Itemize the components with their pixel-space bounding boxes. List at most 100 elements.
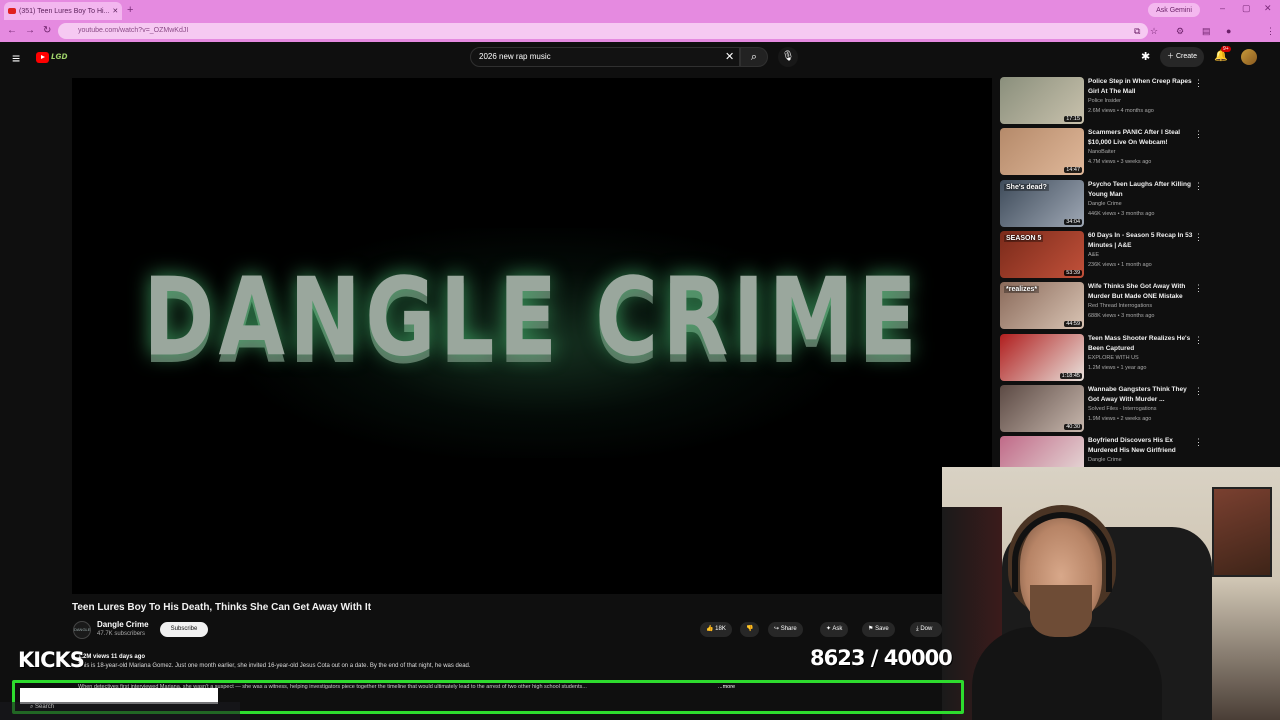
like-count: 18K (715, 626, 726, 632)
recommendation-thumbnail[interactable] (1000, 436, 1084, 467)
recommendation-channel[interactable]: EXPLORE WITH US (1088, 355, 1139, 361)
duration-badge: 44:59 (1064, 321, 1082, 327)
recommendation-meta: 2.6M views • 4 months ago (1088, 108, 1154, 114)
recommendation-channel[interactable]: A&E (1088, 252, 1099, 258)
thumbnail-caption: SEASON 5 (1004, 235, 1044, 242)
extensions-icon[interactable]: ⚙ (1176, 26, 1184, 37)
more-options-icon[interactable]: ⋮ (1194, 78, 1203, 89)
address-bar[interactable]: youtube.com/watch?v=_OZMwKdJI (58, 23, 1148, 39)
recommendation-channel[interactable]: Dangle Crime (1088, 457, 1122, 463)
more-options-icon[interactable]: ⋮ (1194, 181, 1203, 192)
reload-icon[interactable]: ↻ (43, 25, 51, 36)
recommendation-meta: 688K views • 3 months ago (1088, 313, 1155, 319)
window-close-icon[interactable]: ✕ (1264, 3, 1272, 14)
browser-tab-strip (0, 0, 1280, 20)
recommendation-title[interactable]: Psycho Teen Laughs After Killing Young M… (1088, 180, 1194, 200)
back-icon[interactable]: ← (7, 25, 17, 36)
youtube-logo[interactable]: ʟɢᴅ (36, 51, 80, 64)
recommendations-sidebar: 17:15 Police Step in When Creep Rapes Gir… (1000, 77, 1210, 467)
recommendation-item[interactable]: Boyfriend Discovers His Ex Murdered His … (1000, 436, 1210, 467)
recommendation-item[interactable]: 17:15 Police Step in When Creep Rapes Gir… (1000, 77, 1210, 126)
recommendation-item[interactable]: *realizes* 44:59 Wife Thinks She Got Away … (1000, 282, 1210, 331)
save-label: Save (875, 626, 889, 632)
subscriber-count: 47.7K subscribers (97, 631, 146, 637)
tab-close-icon[interactable]: ✕ (112, 7, 118, 15)
more-options-icon[interactable]: ⋮ (1194, 437, 1203, 448)
new-tab-button[interactable]: + (127, 4, 133, 16)
recommendation-item[interactable]: She's dead? 34:04 Psycho Teen Laughs After… (1000, 180, 1210, 229)
bookmark-star-icon[interactable]: ☆ (1150, 26, 1158, 37)
taskbar-search[interactable]: ⌕ Search (30, 704, 54, 711)
more-options-icon[interactable]: ⋮ (1194, 129, 1203, 140)
recommendation-title[interactable]: 60 Days In - Season 5 Recap In 53 Minute… (1088, 231, 1194, 251)
install-icon[interactable]: ⧉ (1134, 26, 1140, 37)
hamburger-menu-icon[interactable]: ≡ (12, 50, 20, 66)
share-button[interactable]: ↪ Share (768, 622, 803, 637)
recommendation-item[interactable]: 40:30 Wannabe Gangsters Think They Got Aw… (1000, 385, 1210, 434)
taskbar-search-label: Search (35, 704, 55, 710)
recommendation-item[interactable]: SEASON 5 53:39 60 Days In - Season 5 Recap… (1000, 231, 1210, 280)
channel-avatar[interactable]: DANGLE (73, 621, 91, 639)
thumbs-up-icon: 👍 (706, 626, 714, 632)
more-options-icon[interactable]: ⋮ (1194, 386, 1203, 397)
recommendation-meta: 1.9M views • 2 weeks ago (1088, 416, 1152, 422)
create-button[interactable]: ＋ Create (1160, 47, 1204, 67)
recommendation-thumbnail[interactable]: She's dead? 34:04 (1000, 180, 1084, 227)
more-options-icon[interactable]: ⋮ (1194, 283, 1203, 294)
sparkle-icon: ✦ (826, 626, 832, 632)
like-button[interactable]: 👍 18K (700, 622, 732, 637)
recommendation-channel[interactable]: Red Thread Interrogations (1088, 303, 1152, 309)
recommendation-title[interactable]: Police Step in When Creep Rapes Girl At … (1088, 77, 1194, 97)
voice-search-icon[interactable]: 🎙 (778, 47, 798, 67)
recommendation-thumbnail[interactable]: 14:47 (1000, 128, 1084, 175)
recommendation-thumbnail[interactable]: 40:30 (1000, 385, 1084, 432)
notification-badge: 9+ (1221, 46, 1231, 52)
youtube-favicon-icon (8, 8, 16, 14)
duration-badge: 14:47 (1064, 167, 1082, 173)
more-options-icon[interactable]: ⋮ (1194, 335, 1203, 346)
forward-icon[interactable]: → (25, 25, 35, 36)
wall-painting (1212, 487, 1272, 577)
recommendation-channel[interactable]: NanoBaiter (1088, 149, 1116, 155)
recommendation-channel[interactable]: Police Insider (1088, 98, 1121, 104)
settings-gear-icon[interactable]: ✱ (1141, 50, 1150, 63)
thumbnail-caption: *realizes* (1004, 286, 1040, 293)
recommendation-title[interactable]: Boyfriend Discovers His Ex Murdered His … (1088, 436, 1194, 456)
recommendation-title[interactable]: Wannabe Gangsters Think They Got Away Wi… (1088, 385, 1194, 405)
ask-button[interactable]: ✦ Ask (820, 622, 849, 637)
recommendation-thumbnail[interactable]: *realizes* 44:59 (1000, 282, 1084, 329)
ask-gemini-button[interactable]: Ask Gemini (1148, 3, 1200, 17)
subscribe-button[interactable]: Subscribe (160, 622, 208, 637)
more-options-icon[interactable]: ⋮ (1194, 232, 1203, 243)
recommendation-item[interactable]: 14:47 Scammers PANIC After I Steal $10,00… (1000, 128, 1210, 177)
recommendation-title[interactable]: Wife Thinks She Got Away With Murder But… (1088, 282, 1194, 302)
ask-label: Ask (832, 626, 843, 632)
streamer-beard (1030, 585, 1092, 637)
minimize-icon[interactable]: – (1220, 3, 1225, 13)
recommendation-channel[interactable]: Solved Files - Interrogations (1088, 406, 1156, 412)
sidepanel-icon[interactable]: ▤ (1202, 26, 1211, 37)
maximize-icon[interactable]: ▢ (1242, 3, 1251, 14)
recommendation-thumbnail[interactable]: SEASON 5 53:39 (1000, 231, 1084, 278)
save-button[interactable]: ⚑ Save (862, 622, 895, 637)
tab-title: (351) Teen Lures Boy To Hi... (19, 7, 110, 15)
recommendation-thumbnail[interactable]: 17:15 (1000, 77, 1084, 124)
channel-name[interactable]: Dangle Crime (97, 620, 149, 629)
browser-tab-active[interactable]: (351) Teen Lures Boy To Hi... ✕ (4, 2, 122, 20)
download-label: Dow (920, 626, 933, 632)
recommendation-channel[interactable]: Dangle Crime (1088, 201, 1122, 207)
download-button[interactable]: ⤓ Dow (910, 622, 942, 637)
recommendation-title[interactable]: Scammers PANIC After I Steal $10,000 Liv… (1088, 128, 1194, 148)
dislike-button[interactable]: 👎 (740, 622, 760, 637)
recommendation-item[interactable]: 1:18:45 Teen Mass Shooter Realizes He's B… (1000, 334, 1210, 383)
search-button[interactable]: ⌕ (740, 47, 768, 67)
search-input[interactable]: 2026 new rap music (470, 47, 740, 67)
profile-icon[interactable]: ● (1226, 26, 1231, 36)
account-avatar[interactable] (1241, 49, 1257, 65)
clear-search-icon[interactable]: ✕ (725, 50, 734, 63)
recommendation-thumbnail[interactable]: 1:18:45 (1000, 334, 1084, 381)
browser-menu-icon[interactable]: ⋮ (1266, 26, 1275, 37)
video-player[interactable]: DANGLE CRIME (72, 78, 992, 594)
streamer-torso (972, 627, 1162, 720)
recommendation-title[interactable]: Teen Mass Shooter Realizes He's Been Cap… (1088, 334, 1194, 354)
